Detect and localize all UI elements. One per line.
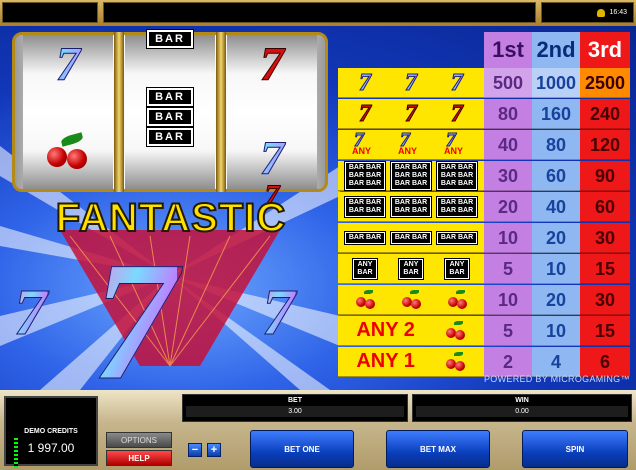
payout-1st: 40 <box>484 130 532 160</box>
payout-2nd: 40 <box>532 192 580 222</box>
payout-1st: 80 <box>484 99 532 129</box>
combo-red-seven: 777 <box>338 99 484 129</box>
options-button[interactable]: OPTIONS <box>106 432 172 448</box>
paytable-row: ANY 2 5 10 15 <box>338 316 630 347</box>
credits-display: DEMO CREDITS 1 997.00 <box>4 396 98 468</box>
payout-3rd: 15 <box>580 254 630 284</box>
clock: 16:43 <box>609 9 627 16</box>
combo-double-bar: BAR BAR BAR BAR BAR BAR BAR BAR BAR BAR BAR… <box>338 192 484 222</box>
payout-2nd: 160 <box>532 99 580 129</box>
help-button[interactable]: HELP <box>106 450 172 466</box>
combo-any-bar: ANY BAR ANY BAR ANY BAR <box>338 254 484 284</box>
reel-divider <box>216 32 226 192</box>
payout-2nd: 80 <box>532 130 580 160</box>
payout-3rd: 30 <box>580 285 630 315</box>
combo-cherry <box>338 285 484 315</box>
triple-bar-symbol: BAR BAR BAR <box>125 87 215 147</box>
bet-value: 3.00 <box>186 406 404 417</box>
payout-3rd: 90 <box>580 161 630 191</box>
payout-2nd: 4 <box>532 347 580 377</box>
increase-bet-button[interactable]: + <box>207 443 221 457</box>
credits-label: DEMO CREDITS <box>24 428 78 435</box>
clock-panel: 16:43 <box>541 2 634 23</box>
payout-3rd: 240 <box>580 99 630 129</box>
paytable-row: 777 500 1000 2500 <box>338 68 630 99</box>
win-display: WIN 0.00 <box>412 394 632 422</box>
payout-2nd: 10 <box>532 254 580 284</box>
payout-1st: 2 <box>484 347 532 377</box>
payout-1st: 30 <box>484 161 532 191</box>
decrease-bet-button[interactable]: − <box>188 443 202 457</box>
paytable-row: ANY BAR ANY BAR ANY BAR 5 10 15 <box>338 254 630 285</box>
paytable-row: BAR BAR BAR BAR BAR BAR 10 20 30 <box>338 223 630 254</box>
top-message-panel <box>103 2 536 23</box>
payout-2nd: 10 <box>532 316 580 346</box>
top-bar: 16:43 <box>0 0 636 26</box>
payout-1st: 5 <box>484 316 532 346</box>
bet-one-button[interactable]: BET ONE <box>250 430 354 468</box>
bet-label: BET <box>288 397 302 404</box>
red-seven-symbol: 7 <box>260 38 285 91</box>
paytable-row: 7 ANY 7 ANY 7 ANY 40 80 120 <box>338 129 630 161</box>
payout-3rd: 30 <box>580 223 630 253</box>
payout-1st: 5 <box>484 254 532 284</box>
big-rainbow-seven: 7 <box>92 236 178 391</box>
payout-2nd: 20 <box>532 223 580 253</box>
powered-by-text: POWERED BY MICROGAMING™ <box>484 374 630 384</box>
bet-max-button[interactable]: BET MAX <box>386 430 490 468</box>
cherry-symbol <box>23 132 113 176</box>
spin-button[interactable]: SPIN <box>522 430 628 468</box>
payout-1st: 10 <box>484 223 532 253</box>
combo-any-seven: 7 ANY 7 ANY 7 ANY <box>338 129 484 160</box>
payout-3rd: 60 <box>580 192 630 222</box>
reel-2: BAR BAR BAR BAR <box>125 29 215 189</box>
credits-value: 1 997.00 <box>27 441 75 455</box>
combo-rainbow-seven: 777 <box>338 68 484 98</box>
reel-1: 7 <box>23 35 113 189</box>
payout-1st: 20 <box>484 192 532 222</box>
paytable-row: BAR BAR BAR BAR BAR BAR BAR BAR BAR BAR BAR … <box>338 160 630 192</box>
reel-window: 7 BAR BAR BAR BAR 7 7 7 <box>12 29 328 211</box>
payout-3rd: 120 <box>580 130 630 160</box>
rainbow-seven-left: 7 <box>14 276 48 349</box>
payout-1st: 500 <box>484 68 532 98</box>
payout-3rd: 6 <box>580 347 630 377</box>
combo-any-1-cherry: ANY 1 <box>338 347 484 377</box>
reel-divider <box>114 32 124 192</box>
combo-single-bar: BAR BAR BAR BAR BAR BAR <box>338 223 484 253</box>
paytable-row: BAR BAR BAR BAR BAR BAR BAR BAR BAR BAR BAR… <box>338 192 630 223</box>
bar-symbol-partial: BAR <box>125 29 215 49</box>
reel-3: 7 7 7 <box>227 35 317 211</box>
payout-2nd: 20 <box>532 285 580 315</box>
header-2nd: 2nd <box>532 32 580 68</box>
rainbow-seven-symbol: 7 <box>227 134 317 183</box>
bell-icon[interactable] <box>597 8 606 17</box>
payout-3rd: 2500 <box>580 68 630 98</box>
top-left-panel <box>2 2 98 23</box>
paytable-row: 777 80 160 240 <box>338 99 630 130</box>
rainbow-seven-right: 7 <box>262 276 296 349</box>
payout-1st: 10 <box>484 285 532 315</box>
rainbow-seven-symbol: 7 <box>23 40 113 89</box>
combo-any-2-cherry: ANY 2 <box>338 316 484 346</box>
control-panel: DEMO CREDITS 1 997.00 OPTIONS HELP BET 3… <box>0 390 636 470</box>
bet-display: BET 3.00 <box>182 394 408 422</box>
payout-3rd: 15 <box>580 316 630 346</box>
paytable-row: 10 20 30 <box>338 285 630 316</box>
win-label: WIN <box>515 397 529 404</box>
win-value: 0.00 <box>416 406 628 417</box>
game-area: 7 BAR BAR BAR BAR 7 7 7 FANTASTIC 7 7 7 … <box>0 26 636 390</box>
payout-2nd: 1000 <box>532 68 580 98</box>
payout-2nd: 60 <box>532 161 580 191</box>
header-3rd: 3rd <box>580 32 630 68</box>
credit-meter <box>14 438 18 468</box>
combo-triple-bar: BAR BAR BAR BAR BAR BAR BAR BAR BAR BAR BAR … <box>338 160 484 191</box>
header-1st: 1st <box>484 32 532 68</box>
